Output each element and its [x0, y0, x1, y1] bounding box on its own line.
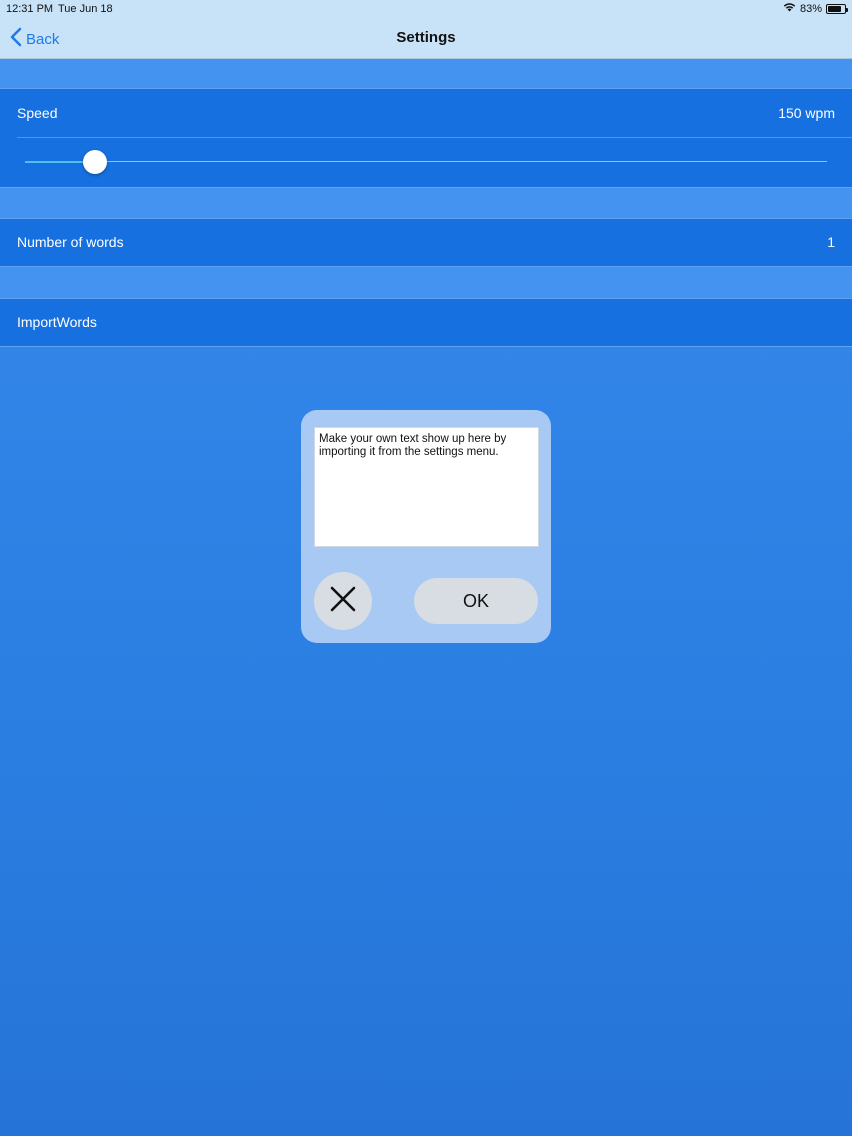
- import-dialog: Make your own text show up here by impor…: [301, 410, 551, 643]
- speed-value: 150 wpm: [778, 105, 835, 121]
- close-icon: [330, 586, 356, 617]
- section-spacer: [0, 59, 852, 88]
- status-bar: 12:31 PM Tue Jun 18 83%: [0, 0, 852, 18]
- number-of-words-label: Number of words: [17, 234, 124, 250]
- speed-cell: Speed 150 wpm: [0, 88, 852, 188]
- speed-label: Speed: [17, 105, 58, 121]
- wifi-icon: [783, 2, 796, 15]
- status-date: Tue Jun 18: [58, 3, 113, 15]
- status-right: 83%: [783, 2, 848, 15]
- battery-fill: [828, 5, 842, 12]
- cancel-button[interactable]: [314, 572, 372, 630]
- import-words-cell[interactable]: ImportWords: [0, 298, 852, 347]
- navigation-bar: Back Settings: [0, 18, 852, 59]
- battery-icon: [826, 3, 848, 14]
- number-of-words-value: 1: [827, 234, 835, 250]
- import-words-label: ImportWords: [17, 314, 97, 330]
- dialog-text-area[interactable]: Make your own text show up here by impor…: [314, 427, 539, 547]
- battery-percent: 83%: [799, 2, 822, 15]
- number-of-words-cell[interactable]: Number of words 1: [0, 218, 852, 267]
- page-title: Settings: [396, 29, 456, 46]
- speed-slider-track[interactable]: [95, 161, 827, 162]
- section-spacer: [0, 188, 852, 218]
- ok-button[interactable]: OK: [414, 578, 538, 624]
- speed-slider-thumb[interactable]: [83, 150, 108, 174]
- section-spacer: [0, 267, 852, 298]
- speed-separator: [17, 137, 852, 138]
- status-time: 12:31 PM: [6, 3, 54, 15]
